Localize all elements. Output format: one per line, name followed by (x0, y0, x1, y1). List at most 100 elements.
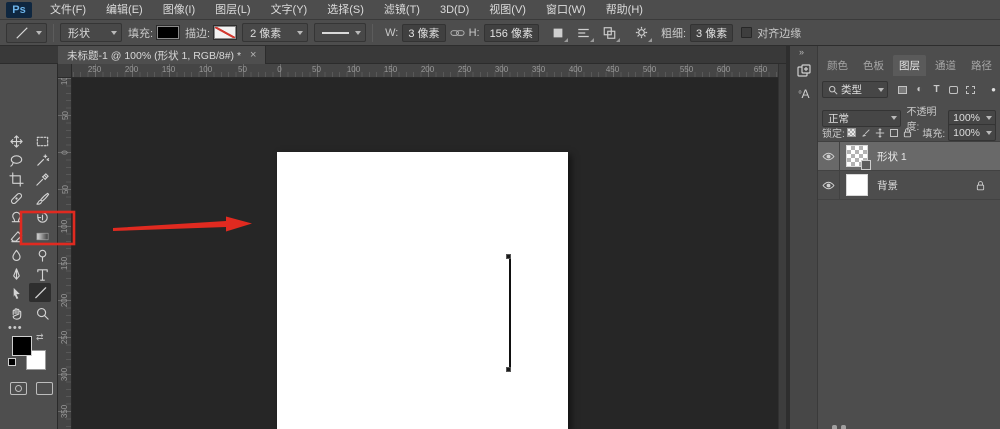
vertical-line-shape[interactable] (509, 257, 511, 370)
path-arrangement-button[interactable] (599, 23, 621, 43)
menu-item[interactable]: 滤镜(T) (374, 0, 430, 20)
panel-bottom-icons (832, 425, 850, 429)
menu-item[interactable]: 图像(I) (153, 0, 205, 20)
spot-healing-brush-tool[interactable] (5, 189, 27, 208)
eyedropper-tool[interactable] (31, 170, 53, 189)
tab-channels[interactable]: 通道 (929, 55, 962, 76)
layer-thumbnail[interactable] (846, 174, 868, 196)
lock-transparent-pixels-icon[interactable] (845, 125, 859, 140)
dodge-tool[interactable] (31, 246, 53, 265)
menu-item[interactable]: 3D(D) (430, 0, 479, 20)
tab-swatches[interactable]: 色板 (857, 55, 890, 76)
fill-color-swatch[interactable] (157, 26, 179, 39)
tab-layers[interactable]: 图层 (893, 55, 926, 76)
filter-type-layers-icon[interactable]: T (928, 82, 945, 97)
ruler-label: 600 (705, 65, 742, 74)
brush-tool[interactable] (31, 189, 53, 208)
crop-tool[interactable] (5, 170, 27, 189)
quick-mask-button[interactable] (10, 382, 27, 395)
marquee-tool[interactable] (31, 132, 53, 151)
clone-stamp-tool[interactable] (5, 208, 27, 227)
filter-shape-layers-icon[interactable] (945, 82, 962, 97)
path-alignment-button[interactable] (573, 23, 595, 43)
layer-name[interactable]: 背景 (877, 178, 898, 193)
path-operations-button[interactable] (547, 23, 569, 43)
ruler-label: 350 (520, 65, 557, 74)
foreground-color-swatch[interactable] (12, 336, 32, 356)
menu-item[interactable]: 窗口(W) (536, 0, 596, 20)
photoshop-window: Ps 文件(F)编辑(E)图像(I)图层(L)文字(Y)选择(S)滤镜(T)3D… (0, 0, 1000, 429)
lock-artboard-icon[interactable] (887, 125, 901, 140)
menu-item[interactable]: 选择(S) (317, 0, 374, 20)
fill-field[interactable]: 100% (948, 124, 996, 141)
menu-item[interactable]: 文件(F) (40, 0, 96, 20)
menu-item[interactable]: 图层(L) (205, 0, 260, 20)
layer-name[interactable]: 形状 1 (877, 149, 907, 164)
document-tab[interactable]: 未标题-1 @ 100% (形状 1, RGB/8#) * × (58, 46, 266, 64)
layer-thumbnail[interactable] (846, 145, 868, 167)
layer-filter-select[interactable]: 类型 (822, 81, 888, 98)
quick-selection-tool[interactable] (31, 151, 53, 170)
lasso-tool[interactable] (5, 151, 27, 170)
menu-item[interactable]: 编辑(E) (96, 0, 153, 20)
tab-paths[interactable]: 路径 (965, 55, 998, 76)
photoshop-logo[interactable]: Ps (6, 2, 32, 18)
history-brush-tool[interactable] (31, 208, 53, 227)
menu-item[interactable]: 文字(Y) (261, 0, 318, 20)
screen-mode-button[interactable] (36, 382, 53, 395)
tab-color[interactable]: 颜色 (821, 55, 854, 76)
menu-item[interactable]: 帮助(H) (596, 0, 653, 20)
lock-position-icon[interactable] (873, 125, 887, 140)
shape-height-field[interactable]: 156 像素 (484, 24, 539, 42)
hand-tool[interactable] (5, 304, 27, 323)
lock-image-pixels-icon[interactable] (859, 125, 873, 140)
filter-pixel-layers-icon[interactable] (894, 82, 911, 97)
ruler-label: 250 (58, 319, 72, 356)
collapse-panels-button[interactable]: » (799, 47, 804, 57)
layer-row-background[interactable]: 背景 (818, 171, 1000, 200)
ruler-corner (58, 64, 72, 78)
layer-row-shape1[interactable]: 形状 1 (818, 142, 1000, 171)
scrollbar-track[interactable] (778, 64, 786, 429)
visibility-toggle[interactable] (818, 171, 840, 200)
filter-adjustment-layers-icon[interactable]: ◐ (911, 82, 928, 97)
move-tool[interactable] (5, 132, 27, 151)
zoom-tool[interactable] (31, 304, 53, 323)
stroke-color-swatch[interactable] (214, 26, 236, 39)
pen-tool[interactable] (5, 265, 27, 284)
align-edges-checkbox[interactable] (741, 27, 752, 38)
line-tool-selected[interactable] (29, 283, 51, 302)
shape-width-field[interactable]: 3 像素 (402, 24, 445, 42)
swap-colors-icon[interactable]: ⇄ (36, 332, 44, 343)
line-weight-field[interactable]: 3 像素 (690, 24, 733, 42)
chevron-down-icon (891, 116, 897, 120)
close-icon[interactable]: × (250, 49, 256, 61)
type-tool[interactable] (31, 265, 53, 284)
lock-all-icon[interactable] (901, 125, 915, 140)
path-selection-tool[interactable] (5, 284, 27, 303)
filter-toggle-icon[interactable]: ● (991, 85, 996, 94)
menu-item[interactable]: 视图(V) (479, 0, 536, 20)
align-icon (576, 26, 591, 40)
stroke-style-select[interactable] (314, 23, 366, 42)
gradient-tool[interactable] (31, 227, 53, 246)
tool-preset-button[interactable] (6, 23, 47, 43)
stroke-width-select[interactable]: 2 像素 (242, 23, 308, 42)
document-canvas[interactable] (277, 152, 568, 429)
link-dimensions-icon[interactable] (450, 27, 465, 39)
line-anchor-bottom[interactable] (506, 367, 511, 372)
edit-toolbar-ellipsis[interactable]: ••• (8, 322, 23, 334)
shape-settings-button[interactable] (631, 23, 653, 43)
height-field-label: H: (469, 27, 480, 39)
tool-mode-select[interactable]: 形状 (60, 23, 122, 42)
default-colors-icon[interactable] (8, 358, 16, 366)
blur-tool[interactable] (5, 246, 27, 265)
eraser-tool[interactable] (5, 227, 27, 246)
canvas-area[interactable] (72, 78, 778, 429)
visibility-toggle[interactable] (818, 142, 840, 171)
ruler-label: 50 (58, 97, 72, 134)
character-panel-icon[interactable]: ₒA (795, 86, 813, 104)
filter-smart-objects-icon[interactable] (962, 82, 979, 97)
libraries-panel-icon[interactable] (795, 62, 813, 80)
line-anchor-top[interactable] (506, 254, 511, 259)
